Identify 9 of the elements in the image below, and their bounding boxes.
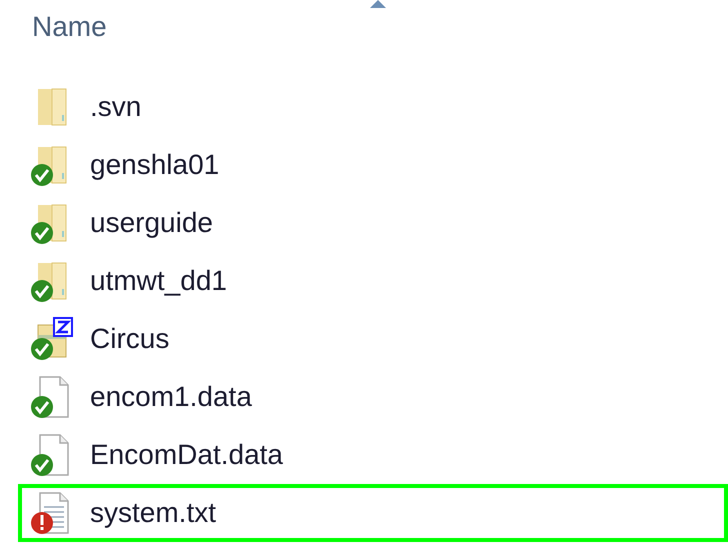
file-name[interactable]: system.txt bbox=[90, 496, 216, 530]
file-name[interactable]: utmwt_dd1 bbox=[90, 264, 227, 298]
file-name[interactable]: EncomDat.data bbox=[90, 438, 283, 472]
file-name[interactable]: userguide bbox=[90, 206, 213, 240]
file-name[interactable]: Circus bbox=[90, 322, 170, 356]
file-name[interactable]: genshla01 bbox=[90, 148, 220, 182]
file-name[interactable]: encom1.data bbox=[90, 380, 252, 414]
file-name[interactable]: .svn bbox=[90, 90, 142, 124]
column-header[interactable]: Name bbox=[32, 10, 107, 44]
